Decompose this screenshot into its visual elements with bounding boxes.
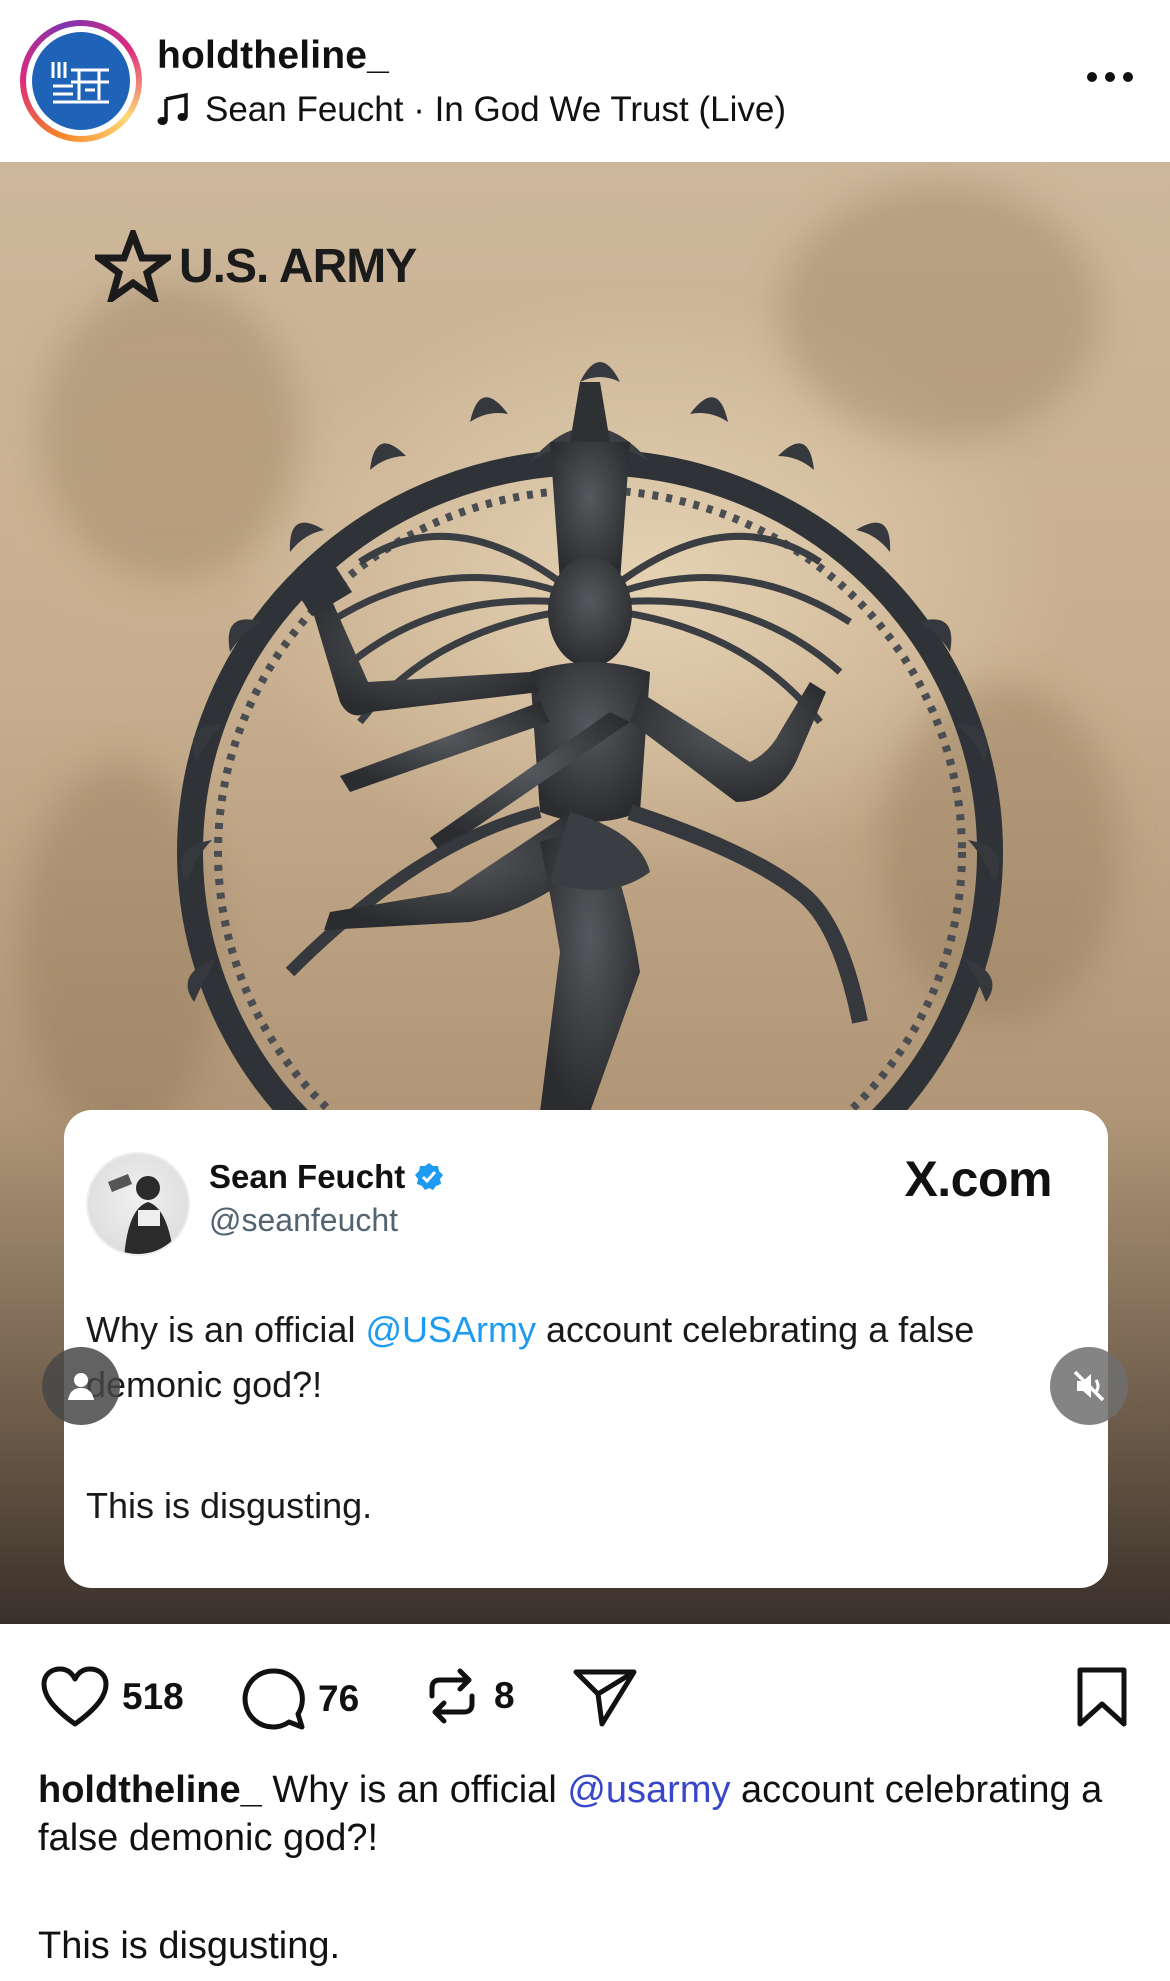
music-attribution[interactable]: Sean Feucht · In God We Trust (Live) (157, 90, 786, 130)
post-image[interactable]: U.S. ARMY Sean Feucht @seanfeucht X.com … (0, 162, 1170, 1624)
like-count: 518 (122, 1676, 184, 1717)
tweet-body-line2: This is disgusting. (86, 1485, 373, 1526)
comment-bubble-icon (242, 1668, 305, 1730)
more-options-button[interactable] (1080, 62, 1140, 92)
caption-username[interactable]: holdtheline_ (38, 1769, 262, 1811)
send-paper-plane-icon (573, 1669, 637, 1727)
repost-button[interactable]: 8 (422, 1666, 515, 1726)
post-username[interactable]: holdtheline_ (157, 34, 389, 78)
comment-button[interactable]: 76 (240, 1666, 359, 1732)
heart-icon (41, 1666, 109, 1727)
mute-audio-button[interactable] (1050, 1347, 1128, 1425)
comment-count: 76 (318, 1678, 360, 1719)
tweet-body: Why is an official @USArmy account celeb… (86, 1309, 975, 1405)
share-button[interactable] (572, 1666, 638, 1728)
music-label: Sean Feucht · In God We Trust (Live) (205, 90, 786, 129)
post-actions-bar: 518 76 8 (0, 1624, 1170, 1754)
x-brand-label: X.com (904, 1151, 1052, 1207)
music-note-icon (157, 93, 188, 125)
tweet-author-name: Sean Feucht (209, 1158, 445, 1196)
like-button[interactable]: 518 (40, 1666, 184, 1728)
tweet-card: Sean Feucht @seanfeucht X.com Why is an … (64, 1110, 1108, 1588)
holdtheline-logo-icon (32, 32, 130, 130)
profile-avatar[interactable] (20, 20, 142, 142)
caption-line2: This is disgusting. (38, 1925, 341, 1967)
save-bookmark-button[interactable] (1074, 1666, 1130, 1733)
caption-mention-link[interactable]: @usarmy (567, 1769, 730, 1811)
bookmark-icon (1077, 1667, 1127, 1727)
tagged-people-button[interactable] (42, 1347, 120, 1425)
repost-icon (429, 1668, 475, 1724)
verified-badge-icon (415, 1163, 444, 1190)
person-icon (68, 1373, 94, 1400)
post-header: holdtheline_ Sean Feucht · In God We Tru… (0, 0, 1170, 162)
post-caption: holdtheline_ Why is an official @usarmy … (38, 1769, 1103, 1859)
dot-icon (1087, 72, 1097, 82)
tweet-mention-link: @USArmy (365, 1309, 536, 1350)
tweet-author-handle: @seanfeucht (209, 1202, 399, 1238)
repost-count: 8 (494, 1675, 515, 1716)
tweet-author-avatar (86, 1152, 190, 1256)
speaker-muted-icon (1073, 1370, 1105, 1402)
